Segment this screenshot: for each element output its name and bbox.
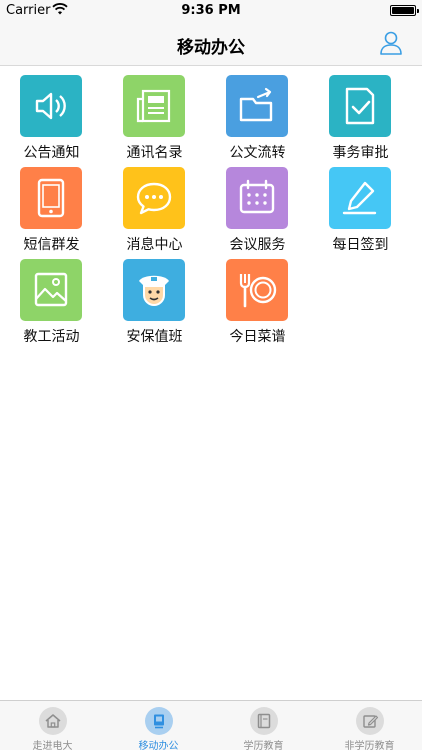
tile-check-in[interactable]: 每日签到 bbox=[309, 167, 412, 259]
tile-label: 每日签到 bbox=[332, 237, 389, 253]
tile-label: 今日菜谱 bbox=[229, 329, 286, 345]
tile-sms[interactable]: 短信群发 bbox=[0, 167, 103, 259]
tile-document-flow[interactable]: 公文流转 bbox=[206, 75, 309, 167]
tile-announcements[interactable]: 公告通知 bbox=[0, 75, 103, 167]
status-bar: Carrier 9:36 PM bbox=[0, 0, 422, 22]
battery-icon bbox=[390, 5, 419, 16]
tab-label: 学历教育 bbox=[243, 741, 284, 750]
tile-label: 事务审批 bbox=[332, 145, 389, 161]
tile-directory[interactable]: 通讯名录 bbox=[103, 75, 206, 167]
tab-non-degree-education[interactable]: 非学历教育 bbox=[317, 701, 422, 750]
tile-meetings[interactable]: 会议服务 bbox=[206, 167, 309, 259]
tile-label: 安保值班 bbox=[126, 329, 183, 345]
tile-menu[interactable]: 今日菜谱 bbox=[206, 259, 309, 351]
chat-bubble-icon bbox=[123, 167, 185, 229]
tab-bar: 走进电大 移动办公 学历教育 非学历教育 bbox=[0, 700, 422, 750]
pencil-icon bbox=[329, 167, 391, 229]
calendar-icon bbox=[226, 167, 288, 229]
home-icon bbox=[39, 707, 67, 735]
picture-icon bbox=[20, 259, 82, 321]
office-icon bbox=[145, 707, 173, 735]
page-title: 移动办公 bbox=[177, 38, 245, 58]
tile-label: 短信群发 bbox=[23, 237, 80, 253]
tablet-icon bbox=[20, 167, 82, 229]
status-time: 9:36 PM bbox=[181, 3, 241, 18]
tab-label: 非学历教育 bbox=[344, 741, 395, 750]
tile-approval[interactable]: 事务审批 bbox=[309, 75, 412, 167]
plate-fork-icon bbox=[226, 259, 288, 321]
tile-staff-activities[interactable]: 教工活动 bbox=[0, 259, 103, 351]
tile-label: 公告通知 bbox=[23, 145, 80, 161]
tile-label: 通讯名录 bbox=[126, 145, 183, 161]
guard-icon bbox=[123, 259, 185, 321]
tile-security-duty[interactable]: 安保值班 bbox=[103, 259, 206, 351]
tab-label: 走进电大 bbox=[32, 741, 73, 750]
tab-label: 移动办公 bbox=[138, 741, 179, 750]
speaker-icon bbox=[20, 75, 82, 137]
tile-label: 教工活动 bbox=[23, 329, 80, 345]
tab-degree-education[interactable]: 学历教育 bbox=[211, 701, 316, 750]
folder-share-icon bbox=[226, 75, 288, 137]
tab-mobile-office[interactable]: 移动办公 bbox=[106, 701, 211, 750]
navigation-bar: 移动办公 bbox=[0, 22, 422, 66]
tab-about[interactable]: 走进电大 bbox=[0, 701, 105, 750]
newspaper-icon bbox=[123, 75, 185, 137]
user-icon[interactable] bbox=[378, 30, 404, 56]
book-icon bbox=[250, 707, 278, 735]
document-check-icon bbox=[329, 75, 391, 137]
tile-label: 会议服务 bbox=[229, 237, 286, 253]
tile-messages[interactable]: 消息中心 bbox=[103, 167, 206, 259]
tile-label: 公文流转 bbox=[229, 145, 286, 161]
tile-label: 消息中心 bbox=[126, 237, 183, 253]
edit-icon bbox=[356, 707, 384, 735]
